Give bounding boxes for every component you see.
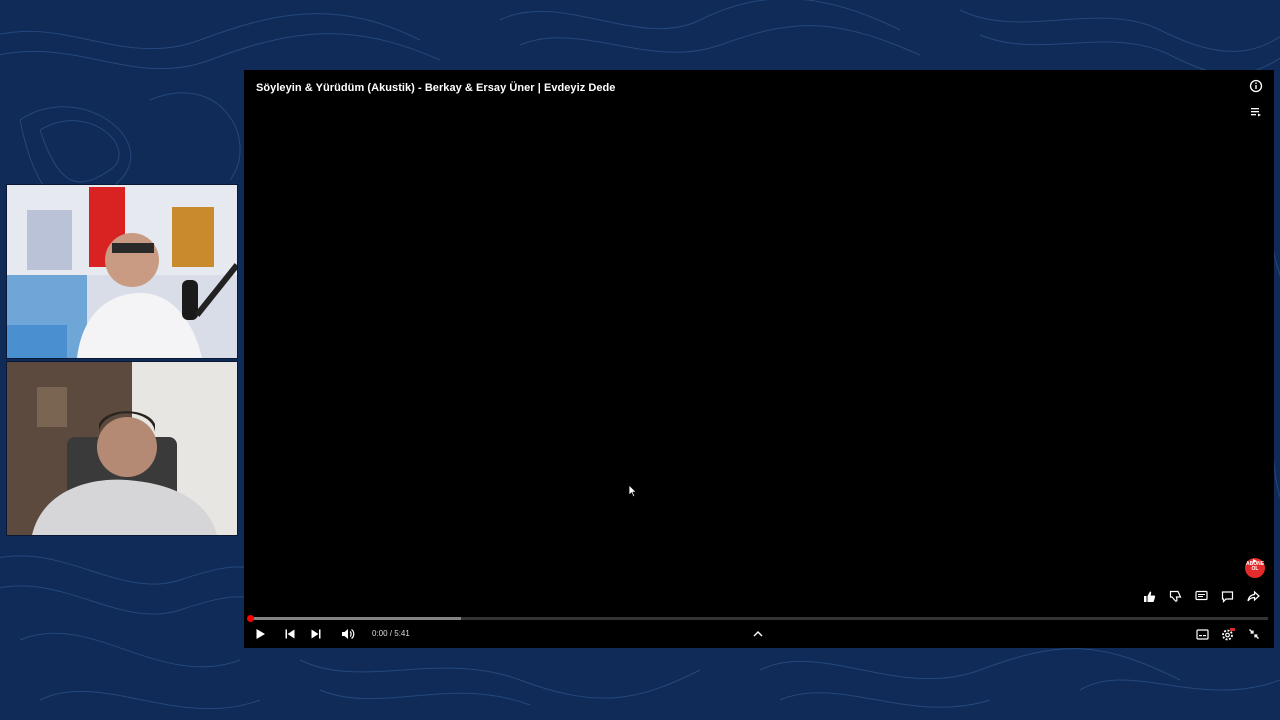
webcam-host-image	[7, 185, 237, 358]
progress-scrubber[interactable]	[247, 615, 254, 622]
time-display: 0:00 / 5:41	[372, 629, 410, 638]
previous-icon[interactable]	[282, 626, 298, 642]
webcam-guest	[7, 362, 237, 535]
mouse-cursor	[628, 484, 638, 503]
play-icon[interactable]	[252, 626, 268, 642]
chat-icon[interactable]	[1218, 587, 1236, 605]
subscribe-badge-label: ABONE OL	[1245, 561, 1265, 572]
queue-icon[interactable]	[1248, 104, 1264, 120]
dislike-icon[interactable]	[1166, 587, 1184, 605]
like-icon[interactable]	[1140, 587, 1158, 605]
chevron-up-icon[interactable]	[750, 626, 766, 642]
video-title[interactable]: Söyleyin & Yürüdüm (Akustik) - Berkay & …	[256, 82, 615, 94]
info-icon[interactable]	[1248, 78, 1264, 94]
subscribe-badge[interactable]: ABONE OL	[1244, 556, 1266, 580]
share-icon[interactable]	[1244, 587, 1262, 605]
volume-icon[interactable]	[340, 626, 356, 642]
progress-bar[interactable]	[247, 615, 1268, 622]
exit-fullscreen-icon[interactable]	[1246, 626, 1262, 642]
settings-icon[interactable]	[1220, 626, 1236, 642]
player-controls: 0:00 / 5:41	[244, 624, 1274, 644]
comment-icon[interactable]	[1192, 587, 1210, 605]
webcam-host	[7, 185, 237, 358]
progress-buffered	[250, 617, 461, 620]
subtitles-icon[interactable]	[1194, 626, 1210, 642]
video-player[interactable]: Söyleyin & Yürüdüm (Akustik) - Berkay & …	[244, 70, 1274, 648]
action-row	[1140, 587, 1262, 605]
next-icon[interactable]	[308, 626, 324, 642]
webcam-guest-image	[7, 362, 237, 535]
